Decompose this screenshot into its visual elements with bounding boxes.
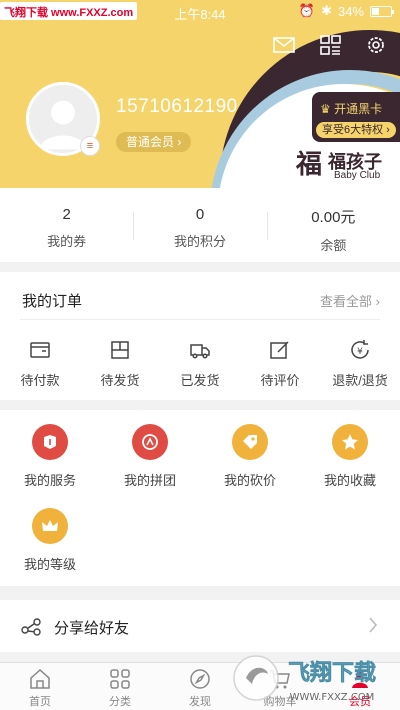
star-icon-circle — [332, 424, 368, 460]
service-icon — [44, 435, 56, 449]
order-pending-shipment[interactable]: 待发货 — [80, 332, 160, 389]
black-card-promo[interactable]: ♛ 开通黑卡 享受6大特权 › — [312, 92, 400, 142]
crown-icon-circle — [32, 508, 68, 544]
divider — [20, 319, 380, 320]
wallet-icon — [30, 342, 50, 358]
tab-label: 首页 — [29, 696, 51, 708]
member-level-badge[interactable]: 普通会员 › — [116, 132, 192, 152]
message-icon[interactable] — [272, 34, 296, 56]
truck-icon — [190, 344, 210, 359]
order-pending-payment[interactable]: 待付款 — [0, 332, 80, 389]
watermark-logo: 飞翔下载 WWW.FXXZ.COM — [233, 655, 376, 703]
tab-home[interactable]: 首页 — [0, 663, 80, 710]
tag-icon — [243, 435, 257, 449]
order-label: 退款/退货 — [332, 373, 388, 388]
tab-label: 发现 — [189, 696, 211, 708]
grid-icon — [110, 669, 130, 689]
order-label: 待评价 — [260, 373, 300, 388]
stat-value: 0 — [195, 206, 205, 223]
share-label: 分享给好友 — [54, 620, 130, 637]
scan-icon[interactable] — [318, 34, 342, 56]
service-label: 我的拼团 — [123, 473, 176, 488]
services-section: 我的服务 我的拼团 我的砍价 我的收藏 我的等级 — [0, 410, 400, 586]
stat-balance[interactable]: 0.00元 余额 — [266, 188, 400, 262]
tab-discover[interactable]: 发现 — [160, 663, 240, 710]
group-icon — [142, 434, 158, 450]
order-label: 已发货 — [180, 373, 220, 388]
service-label: 我的收藏 — [323, 473, 376, 488]
order-label: 待发货 — [100, 373, 140, 388]
tab-category[interactable]: 分类 — [80, 663, 160, 710]
home-icon — [30, 668, 50, 689]
brand-sub: Baby Club — [334, 170, 381, 181]
order-refund[interactable]: ¥ 退款/退货 — [320, 332, 400, 389]
order-status-row: 待付款 待发货 已发货 待评价 ¥ 退款/退货 — [0, 332, 400, 389]
brand-logo: 福 福孩子 Baby Club — [296, 148, 392, 182]
member-level-label: 普通会员 — [126, 135, 175, 149]
stat-value: 2 — [62, 206, 71, 223]
group-icon-circle — [132, 424, 168, 460]
stat-label: 我的积分 — [173, 234, 226, 249]
battery-percent: 34% — [337, 3, 364, 19]
service-my-bargain[interactable]: 我的砍价 — [200, 424, 300, 489]
crown-icon: ♛ — [320, 102, 331, 116]
stat-coupons[interactable]: 2 我的券 — [0, 188, 133, 262]
share-icon — [21, 618, 41, 636]
black-card-title: 开通黑卡 — [334, 102, 383, 116]
svg-text:¥: ¥ — [357, 347, 363, 357]
stat-label: 我的券 — [47, 234, 87, 249]
status-bar: 飞翔下载 www.FXXZ.com 上午8:44 ⏰ ✱ 34% — [0, 0, 400, 22]
box-icon — [111, 341, 129, 359]
share-row[interactable]: 分享给好友 — [0, 600, 400, 652]
service-my-favorites[interactable]: 我的收藏 — [300, 424, 400, 489]
battery-icon — [370, 5, 394, 17]
crown-icon — [42, 520, 58, 531]
service-label: 我的砍价 — [223, 473, 276, 488]
service-icon-circle — [32, 424, 68, 460]
chevron-right-icon: › — [375, 294, 380, 309]
account-stats: 2 我的券 0 我的积分 0.00元 余额 — [0, 188, 400, 262]
chevron-right-icon — [369, 617, 378, 633]
orders-title: 我的订单 — [22, 293, 83, 310]
service-label: 我的服务 — [23, 473, 76, 488]
footer-watermark-text: WWW.FXXZ.COM — [290, 692, 375, 703]
service-my-group[interactable]: 我的拼团 — [100, 424, 200, 489]
star-icon — [342, 434, 358, 450]
view-all-orders-link[interactable]: 查看全部 › — [320, 291, 380, 310]
service-my-services[interactable]: 我的服务 — [0, 424, 100, 489]
edit-icon — [270, 341, 289, 359]
alarm-icon: ⏰ — [298, 3, 316, 18]
user-phone: 15710612190 — [116, 96, 238, 117]
compass-icon — [190, 669, 210, 689]
tab-label: 分类 — [109, 696, 131, 708]
service-label: 我的等级 — [23, 557, 76, 572]
order-pending-review[interactable]: 待评价 — [240, 332, 320, 389]
settings-icon[interactable] — [364, 34, 388, 56]
svg-text:飞翔下载: 飞翔下载 — [288, 660, 376, 686]
stat-value: 0.00元 — [311, 209, 356, 226]
brand-mark-icon: 福 — [296, 150, 323, 180]
header-actions — [272, 34, 388, 56]
avatar-edit-icon[interactable]: ≡ — [80, 136, 100, 156]
orders-section: 我的订单 查看全部 › 待付款 待发货 已发货 待评价 ¥ 退款/退货 — [0, 272, 400, 400]
order-label: 待付款 — [20, 373, 60, 388]
tag-icon-circle — [232, 424, 268, 460]
bluetooth-icon: ✱ — [321, 3, 332, 18]
status-right: ⏰ ✱ 34% — [298, 3, 394, 19]
service-my-level[interactable]: 我的等级 — [0, 508, 100, 573]
refund-icon: ¥ — [351, 340, 369, 359]
black-card-subtitle: 享受6大特权 › — [316, 122, 396, 138]
chevron-right-icon: › — [177, 135, 182, 149]
stat-points[interactable]: 0 我的积分 — [133, 188, 266, 262]
stat-label: 余额 — [320, 238, 347, 253]
profile-header: 飞翔下载 www.FXXZ.com 上午8:44 ⏰ ✱ 34% ≡ 15710… — [0, 0, 400, 188]
order-shipped[interactable]: 已发货 — [160, 332, 240, 389]
